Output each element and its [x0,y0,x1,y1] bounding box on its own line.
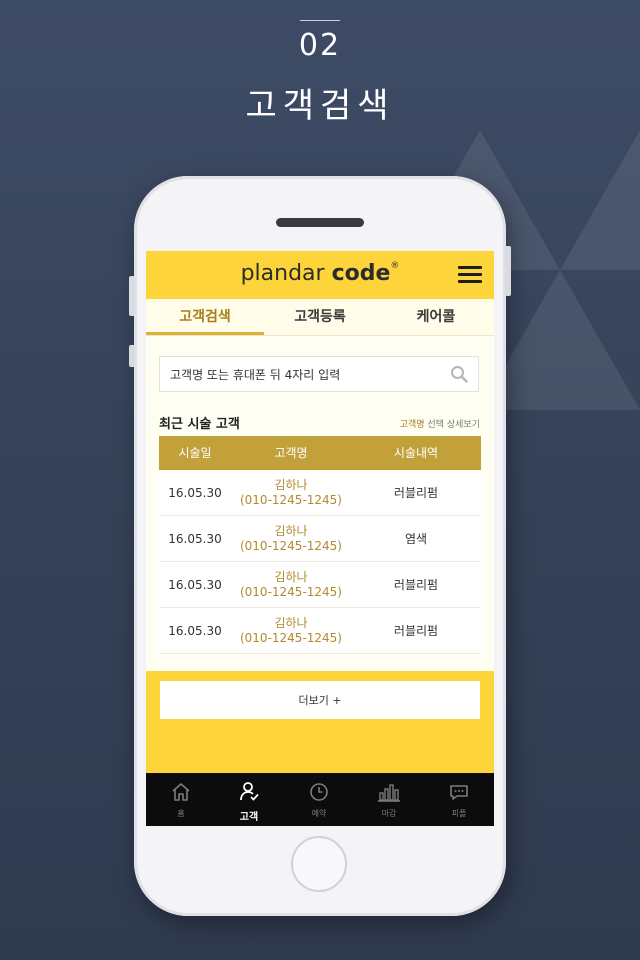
search-box [159,356,479,393]
customer-name: 김하나 [274,477,308,492]
customer-phone: (010-1245-1245) [239,630,342,645]
table-row[interactable]: 16.05.30 김하나 (010-1245-1245) 러블리펌 [159,562,481,608]
cell-date: 16.05.30 [168,623,222,638]
cell-customer[interactable]: 김하나 (010-1245-1245) [231,608,351,653]
logo-text-bold: code [331,261,391,286]
recent-customers-table: 시술일 고객명 시술내역 16.05.30 김하나 (010-1245-1245)… [159,436,481,654]
column-header-date: 시술일 [178,446,212,460]
chat-icon [450,785,468,800]
customer-phone: (010-1245-1245) [239,584,342,599]
recent-hint: 고객명 선택 상세보기 [400,417,480,430]
main-content: 최근 시술 고객 고객명 선택 상세보기 시술일 고객명 시술내역 16.05.… [146,336,494,671]
cell-service: 염색 [404,532,428,546]
customer-name: 김하나 [274,615,308,630]
nav-label: 예약 [311,809,327,818]
nav-item-reservation[interactable]: 예약 [284,773,354,826]
cell-date: 16.05.30 [168,577,222,592]
customer-icon [240,782,259,801]
table-header: 시술일 고객명 시술내역 [159,436,481,470]
cell-service: 러블리펌 [393,624,439,638]
nav-label: 홈 [177,809,185,818]
phone-home-button [291,836,347,892]
cell-date: 16.05.30 [168,485,222,500]
load-more-button[interactable]: 더보기 + [160,681,480,719]
bottom-nav: 홈 고객 예약 마감 피플 [146,773,494,826]
nav-item-closing[interactable]: 마감 [354,773,424,826]
recent-customers-title: 최근 시술 고객 [159,417,240,432]
logo-registered-mark: ® [390,261,400,271]
bar-chart-icon [378,784,400,802]
cell-service: 러블리펌 [393,578,439,592]
cell-service: 러블리펌 [393,486,439,500]
cell-date: 16.05.30 [168,531,222,546]
customer-name: 김하나 [274,569,308,584]
hint-text: 선택 상세보기 [424,420,480,430]
nav-item-customer[interactable]: 고객 [214,773,284,826]
nav-label: 마감 [381,809,397,818]
phone-side-button [129,276,135,316]
app-bar: plandar code® [146,251,494,299]
phone-speaker [276,218,364,227]
table-row[interactable]: 16.05.30 김하나 (010-1245-1245) 러블리펌 [159,608,481,654]
nav-item-people[interactable]: 피플 [424,773,494,826]
step-number: 02 [298,28,342,63]
home-icon [172,783,190,801]
nav-label: 고객 [239,812,259,823]
tab-customer-search[interactable]: 고객검색 [146,299,264,335]
cell-customer[interactable]: 김하나 (010-1245-1245) [231,470,351,515]
hamburger-menu-icon[interactable] [458,266,482,284]
table-row[interactable]: 16.05.30 김하나 (010-1245-1245) 러블리펌 [159,470,481,516]
logo-text-light: plandar [240,261,332,286]
tab-bar: 고객검색 고객등록 케어콜 [146,299,494,336]
table-row[interactable]: 16.05.30 김하나 (010-1245-1245) 염색 [159,516,481,562]
cell-customer[interactable]: 김하나 (010-1245-1245) [231,516,351,561]
page-heading: 고객검색 [245,86,395,126]
customer-phone: (010-1245-1245) [239,492,342,507]
clock-icon [310,783,328,801]
tab-customer-register[interactable]: 고객등록 [262,299,378,335]
column-header-service: 시술내역 [393,446,439,460]
search-input[interactable] [168,357,442,393]
app-screen: plandar code® 고객검색 고객등록 케어콜 최근 시술 고객 고객명… [146,251,494,826]
app-logo: plandar code® [146,261,494,286]
search-icon[interactable] [450,365,468,383]
column-header-name: 고객명 [274,446,308,460]
customer-name: 김하나 [274,523,308,538]
phone-side-button [505,246,511,296]
tab-care-call[interactable]: 케어콜 [378,299,494,335]
nav-label: 피플 [451,809,467,818]
phone-side-button [129,345,135,367]
nav-item-home[interactable]: 홈 [146,773,216,826]
hint-accent-text: 고객명 [399,420,425,430]
customer-phone: (010-1245-1245) [239,538,342,553]
header-divider [300,20,340,21]
cell-customer[interactable]: 김하나 (010-1245-1245) [231,562,351,607]
